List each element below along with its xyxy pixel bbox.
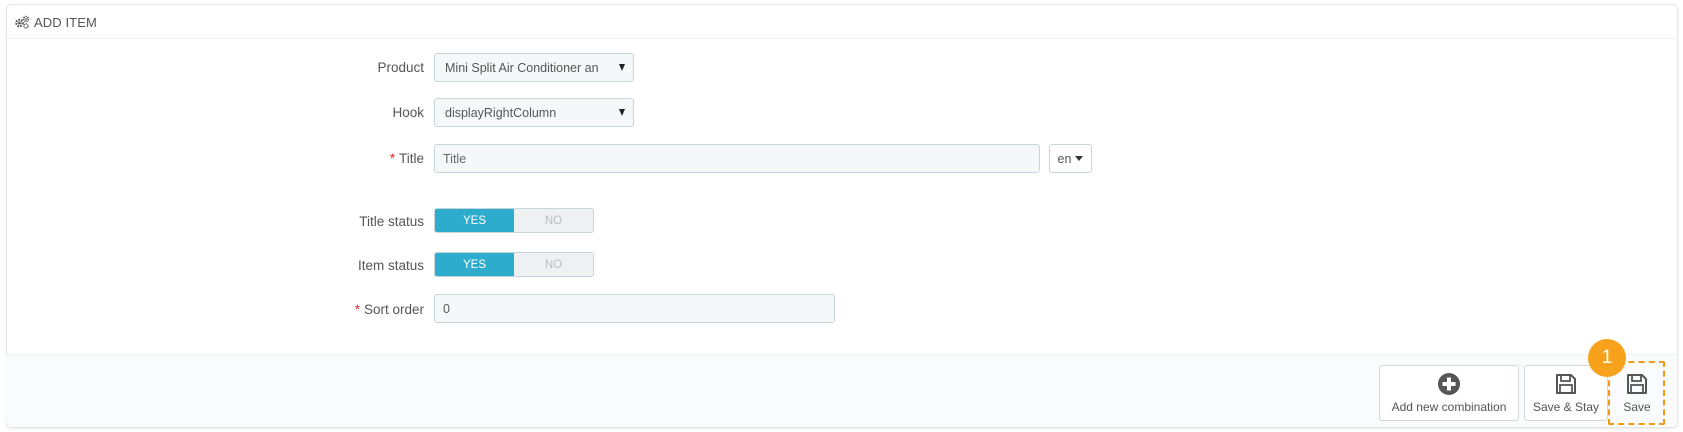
title-label-text: Title <box>398 151 424 166</box>
add-new-combination-label: Add new combination <box>1391 400 1507 414</box>
caret-down-icon <box>619 109 625 116</box>
panel-title: ADD ITEM <box>34 14 97 30</box>
hook-select-value: displayRightColumn <box>445 105 557 120</box>
hook-select[interactable]: displayRightColumn <box>434 98 634 127</box>
sort-order-value: 0 <box>443 301 450 316</box>
floppy-disk-icon <box>1556 374 1576 394</box>
add-new-combination-button[interactable]: Add new combination <box>1379 365 1519 421</box>
product-label: Product <box>377 60 424 75</box>
title-status-yes[interactable]: YES <box>435 209 514 232</box>
language-code: en <box>1057 151 1072 166</box>
title-status-no[interactable]: NO <box>514 209 593 232</box>
hook-label: Hook <box>392 105 424 120</box>
title-label: * Title <box>224 151 424 166</box>
title-status-label: Title status <box>359 214 424 229</box>
item-status-toggle: YES NO <box>434 252 594 277</box>
item-status-no[interactable]: NO <box>514 253 593 276</box>
language-dropdown-button[interactable]: en <box>1049 144 1092 173</box>
caret-down-icon <box>619 64 625 71</box>
caret-down-icon <box>1075 156 1084 161</box>
item-status-yes[interactable]: YES <box>435 253 514 276</box>
title-status-toggle: YES NO <box>434 208 594 233</box>
sort-order-input[interactable]: 0 <box>434 294 835 323</box>
save-and-stay-label: Save & Stay <box>1532 400 1600 414</box>
title-input[interactable]: Title <box>434 144 1040 173</box>
item-status-label: Item status <box>357 258 424 273</box>
sort-order-label-text: Sort order <box>363 302 424 317</box>
sort-order-label: * Sort order <box>224 302 424 317</box>
panel-header: ADD ITEM <box>6 6 1677 39</box>
required-marker: * <box>389 151 395 166</box>
plus-circle-icon <box>1438 373 1460 395</box>
step-number-badge: 1 <box>1588 339 1626 377</box>
cogs-icon <box>15 15 30 29</box>
title-input-placeholder: Title <box>443 151 467 166</box>
product-select[interactable]: Mini Split Air Conditioner an <box>434 53 634 82</box>
product-select-value: Mini Split Air Conditioner an <box>445 60 599 75</box>
required-marker: * <box>354 302 360 317</box>
